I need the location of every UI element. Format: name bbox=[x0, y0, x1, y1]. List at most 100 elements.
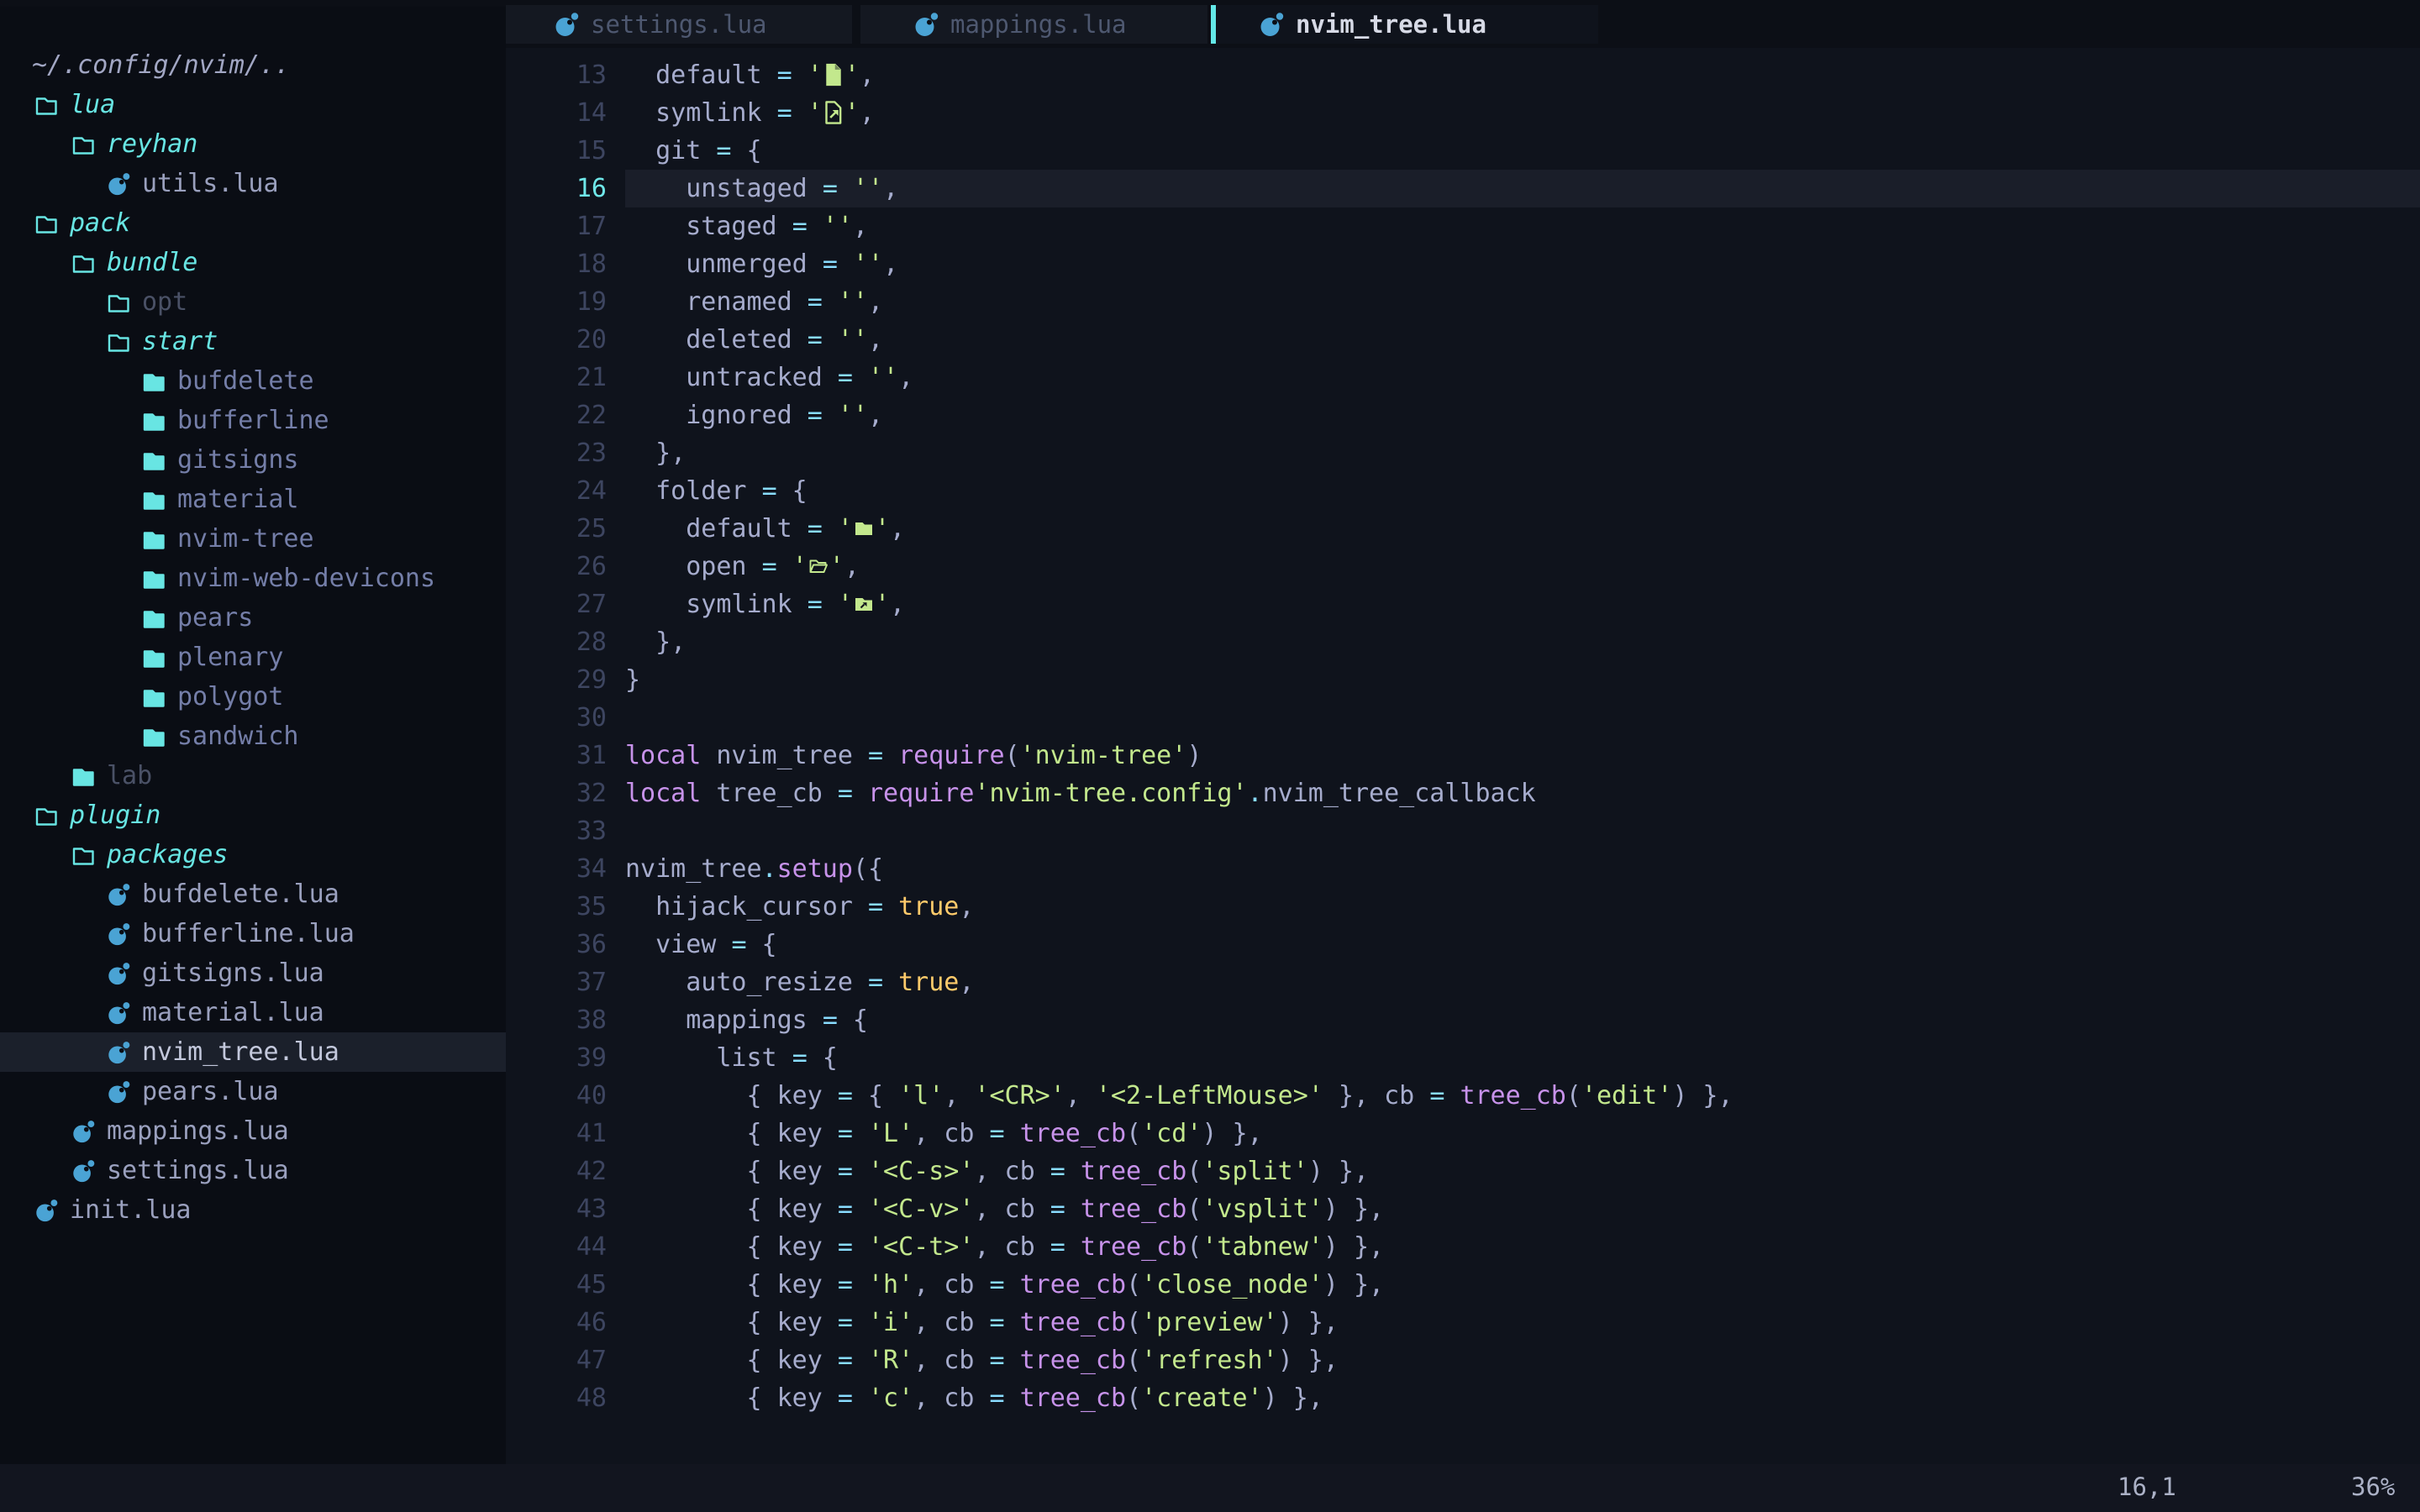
tree-item-bufferline-lua[interactable]: bufferline.lua bbox=[0, 914, 506, 953]
tree-item-label: bufferline bbox=[177, 406, 329, 435]
code-line-45[interactable]: 45 { key = 'h', cb = tree_cb('close_node… bbox=[506, 1266, 2420, 1304]
code-line-14[interactable]: 14 symlink = '', bbox=[506, 94, 2420, 132]
code-line-43[interactable]: 43 { key = '<C-v>', cb = tree_cb('vsplit… bbox=[506, 1190, 2420, 1228]
code-line-40[interactable]: 40 { key = { 'l', '<CR>', '<2-LeftMouse>… bbox=[506, 1077, 2420, 1115]
code-line-36[interactable]: 36 view = { bbox=[506, 926, 2420, 963]
code-line-18[interactable]: 18 unmerged = '', bbox=[506, 245, 2420, 283]
tree-item-plugin[interactable]: plugin bbox=[0, 795, 506, 835]
tree-item-bufdelete-lua[interactable]: bufdelete.lua bbox=[0, 874, 506, 914]
dir-open-icon bbox=[106, 288, 131, 317]
tree-item-sandwich[interactable]: sandwich bbox=[0, 717, 506, 756]
tree-item-material[interactable]: material bbox=[0, 480, 506, 519]
tree-item-opt[interactable]: opt bbox=[0, 282, 506, 322]
tab-settings-lua[interactable]: settings.lua bbox=[506, 5, 852, 44]
tree-item-nvim-tree[interactable]: nvim-tree bbox=[0, 519, 506, 559]
code-line-16[interactable]: 16 unstaged = '', bbox=[506, 170, 2420, 207]
code-line-30[interactable]: 30 bbox=[506, 699, 2420, 737]
tree-item-gitsigns-lua[interactable]: gitsigns.lua bbox=[0, 953, 506, 993]
line-number: 37 bbox=[506, 963, 625, 1001]
tab-nvim-tree-lua[interactable]: nvim_tree.lua bbox=[1211, 5, 1598, 44]
tab-label: settings.lua bbox=[591, 10, 767, 39]
tab-bar[interactable]: settings.lua mappings.luanvim_tree.lua bbox=[506, 0, 2420, 48]
tree-item-bufferline[interactable]: bufferline bbox=[0, 401, 506, 440]
code-line-15[interactable]: 15 git = { bbox=[506, 132, 2420, 170]
dir-open-icon bbox=[71, 249, 96, 277]
tree-item-label: nvim_tree.lua bbox=[142, 1037, 339, 1067]
tree-item-utils-lua[interactable]: utils.lua bbox=[0, 164, 506, 203]
code-editor[interactable]: 13 default = '',14 symlink = '',15 git =… bbox=[506, 48, 2420, 1464]
tree-root-path[interactable]: ~/.config/nvim/.. bbox=[0, 45, 506, 85]
line-number: 22 bbox=[506, 396, 625, 434]
code-line-37[interactable]: 37 auto_resize = true, bbox=[506, 963, 2420, 1001]
dir-closed-icon bbox=[141, 604, 166, 633]
code-line-21[interactable]: 21 untracked = '', bbox=[506, 359, 2420, 396]
tree-item-label: pack bbox=[70, 208, 130, 238]
tree-item-label: utils.lua bbox=[142, 169, 279, 198]
code-line-text: { key = '<C-t>', cb = tree_cb('tabnew') … bbox=[625, 1228, 2420, 1266]
code-line-25[interactable]: 25 default = '', bbox=[506, 510, 2420, 548]
lua-file-icon bbox=[106, 880, 131, 909]
code-line-35[interactable]: 35 hijack_cursor = true, bbox=[506, 888, 2420, 926]
tree-item-material-lua[interactable]: material.lua bbox=[0, 993, 506, 1032]
code-line-41[interactable]: 41 { key = 'L', cb = tree_cb('cd') }, bbox=[506, 1115, 2420, 1152]
tree-item-nvim-tree-lua[interactable]: nvim_tree.lua bbox=[0, 1032, 506, 1072]
tree-item-mappings-lua[interactable]: mappings.lua bbox=[0, 1111, 506, 1151]
code-line-20[interactable]: 20 deleted = '', bbox=[506, 321, 2420, 359]
line-number: 13 bbox=[506, 56, 625, 94]
code-line-26[interactable]: 26 open = '', bbox=[506, 548, 2420, 585]
code-line-13[interactable]: 13 default = '', bbox=[506, 56, 2420, 94]
tree-item-label: sandwich bbox=[177, 722, 299, 751]
code-line-22[interactable]: 22 ignored = '', bbox=[506, 396, 2420, 434]
tree-item-label: init.lua bbox=[70, 1195, 192, 1225]
tree-item-start[interactable]: start bbox=[0, 322, 506, 361]
tree-item-bufdelete[interactable]: bufdelete bbox=[0, 361, 506, 401]
tree-item-lab[interactable]: lab bbox=[0, 756, 506, 795]
code-line-44[interactable]: 44 { key = '<C-t>', cb = tree_cb('tabnew… bbox=[506, 1228, 2420, 1266]
code-line-27[interactable]: 27 symlink = '', bbox=[506, 585, 2420, 623]
code-line-42[interactable]: 42 { key = '<C-s>', cb = tree_cb('split'… bbox=[506, 1152, 2420, 1190]
tree-item-pears-lua[interactable]: pears.lua bbox=[0, 1072, 506, 1111]
tree-item-label: gitsigns.lua bbox=[142, 958, 324, 988]
code-line-text: folder = { bbox=[625, 472, 2420, 510]
code-line-28[interactable]: 28 }, bbox=[506, 623, 2420, 661]
line-number: 15 bbox=[506, 132, 625, 170]
code-line-31[interactable]: 31local nvim_tree = require('nvim-tree') bbox=[506, 737, 2420, 774]
code-line-33[interactable]: 33 bbox=[506, 812, 2420, 850]
tree-item-plenary[interactable]: plenary bbox=[0, 638, 506, 677]
code-line-38[interactable]: 38 mappings = { bbox=[506, 1001, 2420, 1039]
code-line-text: deleted = '', bbox=[625, 321, 2420, 359]
tab-mappings-lua[interactable]: mappings.lua bbox=[860, 5, 1207, 44]
code-line-text: symlink = '', bbox=[625, 585, 2420, 623]
code-line-47[interactable]: 47 { key = 'R', cb = tree_cb('refresh') … bbox=[506, 1341, 2420, 1379]
file-icon bbox=[823, 60, 844, 86]
dir-closed-icon bbox=[141, 564, 166, 593]
code-line-29[interactable]: 29} bbox=[506, 661, 2420, 699]
tree-item-label: nvim-tree bbox=[177, 524, 314, 554]
tree-item-gitsigns[interactable]: gitsigns bbox=[0, 440, 506, 480]
tree-item-label: polygot bbox=[177, 682, 283, 711]
tree-item-label: start bbox=[142, 327, 218, 356]
tree-item-settings-lua[interactable]: settings.lua bbox=[0, 1151, 506, 1190]
code-line-24[interactable]: 24 folder = { bbox=[506, 472, 2420, 510]
tree-item-lua[interactable]: lua bbox=[0, 85, 506, 124]
tree-item-reyhan[interactable]: reyhan bbox=[0, 124, 506, 164]
code-line-17[interactable]: 17 staged = '', bbox=[506, 207, 2420, 245]
tree-item-init-lua[interactable]: init.lua bbox=[0, 1190, 506, 1230]
tree-item-nvim-web-devicons[interactable]: nvim-web-devicons bbox=[0, 559, 506, 598]
code-line-32[interactable]: 32local tree_cb = require'nvim-tree.conf… bbox=[506, 774, 2420, 812]
code-line-46[interactable]: 46 { key = 'i', cb = tree_cb('preview') … bbox=[506, 1304, 2420, 1341]
file-tree[interactable]: ~/.config/nvim/.. luareyhan utils.lua pack… bbox=[0, 7, 506, 1464]
tree-item-pack[interactable]: pack bbox=[0, 203, 506, 243]
tree-item-polygot[interactable]: polygot bbox=[0, 677, 506, 717]
tree-item-pears[interactable]: pears bbox=[0, 598, 506, 638]
tree-item-bundle[interactable]: bundle bbox=[0, 243, 506, 282]
code-line-23[interactable]: 23 }, bbox=[506, 434, 2420, 472]
line-number: 19 bbox=[506, 283, 625, 321]
code-line-39[interactable]: 39 list = { bbox=[506, 1039, 2420, 1077]
tree-item-packages[interactable]: packages bbox=[0, 835, 506, 874]
dir-open-icon bbox=[71, 841, 96, 869]
code-line-48[interactable]: 48 { key = 'c', cb = tree_cb('create') }… bbox=[506, 1379, 2420, 1417]
lua-file-icon bbox=[34, 1196, 59, 1225]
code-line-19[interactable]: 19 renamed = '', bbox=[506, 283, 2420, 321]
code-line-34[interactable]: 34nvim_tree.setup({ bbox=[506, 850, 2420, 888]
